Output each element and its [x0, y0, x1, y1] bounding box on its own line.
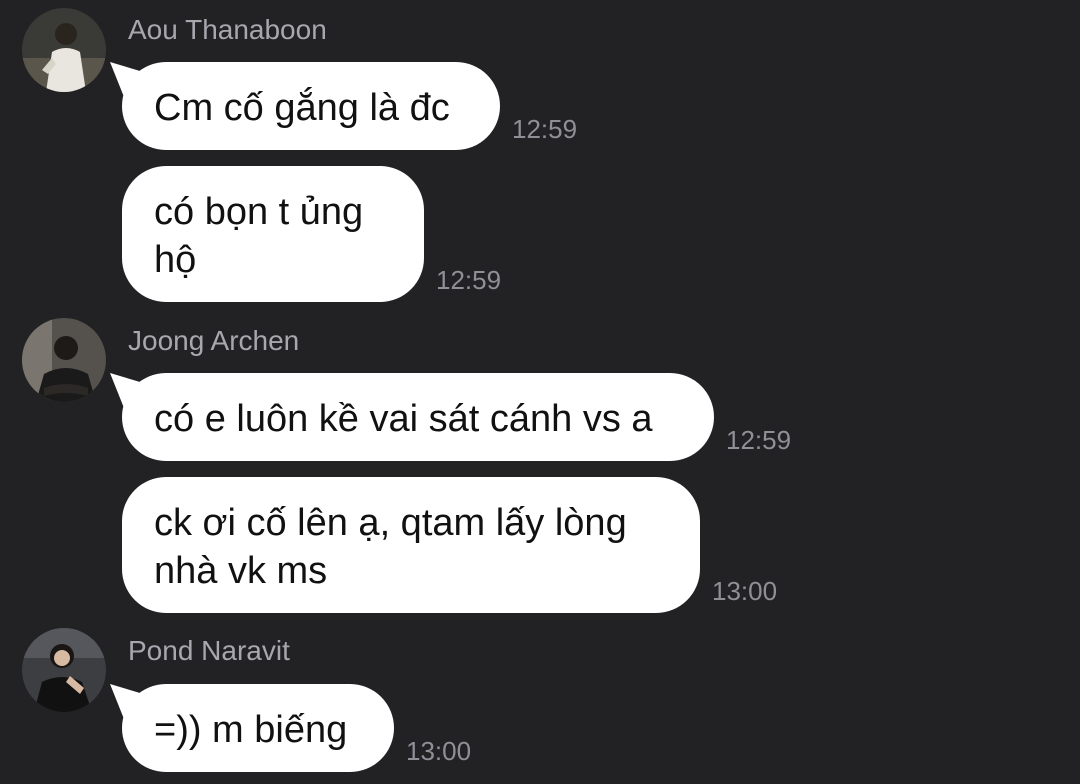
avatar-photo-icon	[22, 628, 106, 712]
message-time: 13:00	[712, 576, 778, 606]
message-bubble[interactable]: =)) m biếng	[122, 684, 394, 772]
avatar-aou-thanaboon[interactable]	[22, 8, 106, 92]
message-time: 12:59	[512, 114, 578, 144]
message-text: =)) m biếng	[154, 709, 348, 751]
sender-name: Aou Thanaboon	[128, 14, 327, 45]
message-time: 12:59	[726, 425, 792, 455]
avatar-photo-icon	[22, 8, 106, 92]
message-bubble[interactable]: ck ơi cố lên ạ, qtam lấy lòng nhà vk ms	[122, 477, 700, 613]
message-text: Cm cố gắng là đc	[154, 87, 450, 129]
chat-thread: Aou Thanaboon Cm cố gắng là đc 12:59 có …	[0, 0, 1080, 784]
message-bubble[interactable]: có bọn t ủng hộ	[122, 166, 424, 302]
message-bubble[interactable]: có e luôn kề vai sát cánh vs a	[122, 373, 714, 461]
message-bubble[interactable]: Cm cố gắng là đc	[122, 62, 500, 150]
message-time: 13:00	[406, 736, 472, 766]
message-time: 12:59	[436, 265, 502, 295]
sender-name: Joong Archen	[128, 325, 300, 356]
message-text: có e luôn kề vai sát cánh vs a	[154, 398, 653, 440]
sender-name: Pond Naravit	[128, 635, 290, 666]
avatar-photo-icon	[22, 318, 106, 402]
message-text: có bọn t ủng hộ	[154, 191, 364, 281]
message-text: ck ơi cố lên ạ, qtam lấy lòng nhà vk ms	[154, 502, 627, 592]
avatar-pond-naravit[interactable]	[22, 628, 106, 712]
avatar-joong-archen[interactable]	[22, 318, 106, 402]
